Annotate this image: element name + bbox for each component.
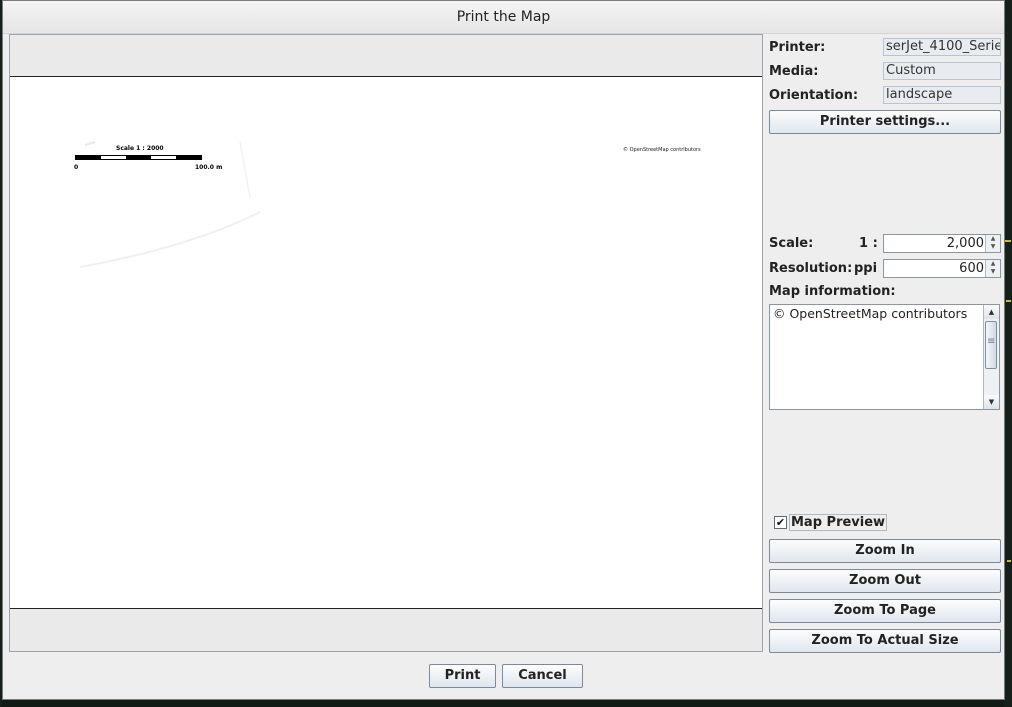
orientation-field: landscape — [883, 86, 1001, 104]
orientation-label: Orientation: — [769, 87, 859, 103]
zoom-to-page-button[interactable]: Zoom To Page — [769, 599, 1001, 623]
background-map-right — [1004, 0, 1012, 707]
preview-paper: Scale 1 : 2000 0 100.0 m © OpenStreetMap… — [10, 76, 762, 609]
cancel-button[interactable]: Cancel — [502, 664, 583, 688]
resolution-label: Resolution: — [769, 260, 853, 276]
spinner-up-icon[interactable]: ▲ — [986, 235, 1000, 243]
map-information-scrollbar[interactable]: ▲ ▼ — [983, 305, 999, 409]
scale-spinner[interactable]: 2,000 ▲ ▼ — [883, 234, 1001, 253]
printer-label: Printer: — [769, 39, 826, 55]
spinner-down-icon[interactable]: ▼ — [986, 243, 1000, 251]
printer-settings-button[interactable]: Printer settings... — [769, 110, 1001, 134]
spinner-up-icon[interactable]: ▲ — [986, 260, 1000, 268]
scale-spinner-arrows: ▲ ▼ — [985, 235, 1000, 252]
scale-title: Scale 1 : 2000 — [116, 145, 164, 152]
media-field: Custom — [883, 62, 1001, 80]
scroll-thumb[interactable] — [985, 321, 997, 369]
print-button[interactable]: Print — [429, 664, 496, 688]
scale-max-label: 100.0 m — [195, 164, 223, 171]
resolution-spinner[interactable]: 600 ▲ ▼ — [883, 259, 1001, 278]
scale-label: Scale: — [769, 235, 814, 251]
scroll-down-icon[interactable]: ▼ — [984, 395, 999, 409]
spinner-down-icon[interactable]: ▼ — [986, 268, 1000, 276]
zoom-in-button[interactable]: Zoom In — [769, 539, 1001, 563]
print-dialog: Print the Map Scale 1 : 2000 0 100.0 m ©… — [2, 0, 1005, 700]
background-map-road — [1007, 560, 1011, 562]
scroll-up-icon[interactable]: ▲ — [984, 305, 999, 319]
checkmark-icon: ✔ — [775, 516, 786, 529]
map-information-label: Map information: — [769, 283, 896, 299]
background-map-road — [1005, 240, 1011, 242]
resolution-value: 600 — [959, 261, 984, 276]
map-preview-checkbox[interactable]: ✔ — [774, 516, 787, 529]
scale-bar — [75, 155, 202, 160]
background-map-road — [1006, 300, 1011, 302]
resolution-spinner-arrows: ▲ ▼ — [985, 260, 1000, 277]
dialog-title: Print the Map — [3, 1, 1004, 34]
scale-min-label: 0 — [74, 164, 79, 171]
scale-prefix: 1 : — [859, 235, 878, 251]
map-attribution: © OpenStreetMap contributors — [623, 147, 701, 153]
map-information-textarea[interactable]: © OpenStreetMap contributors ▲ ▼ — [769, 304, 1000, 410]
resolution-unit: ppi — [854, 260, 878, 276]
zoom-out-button[interactable]: Zoom Out — [769, 569, 1001, 593]
map-information-text: © OpenStreetMap contributors — [773, 306, 968, 321]
printer-field: serJet_4100_Series — [883, 38, 1001, 56]
print-preview-area[interactable]: Scale 1 : 2000 0 100.0 m © OpenStreetMap… — [9, 34, 763, 652]
scale-value: 2,000 — [946, 236, 984, 251]
map-preview-label[interactable]: Map Preview — [789, 514, 888, 531]
zoom-to-actual-size-button[interactable]: Zoom To Actual Size — [769, 629, 1001, 653]
media-label: Media: — [769, 63, 819, 79]
